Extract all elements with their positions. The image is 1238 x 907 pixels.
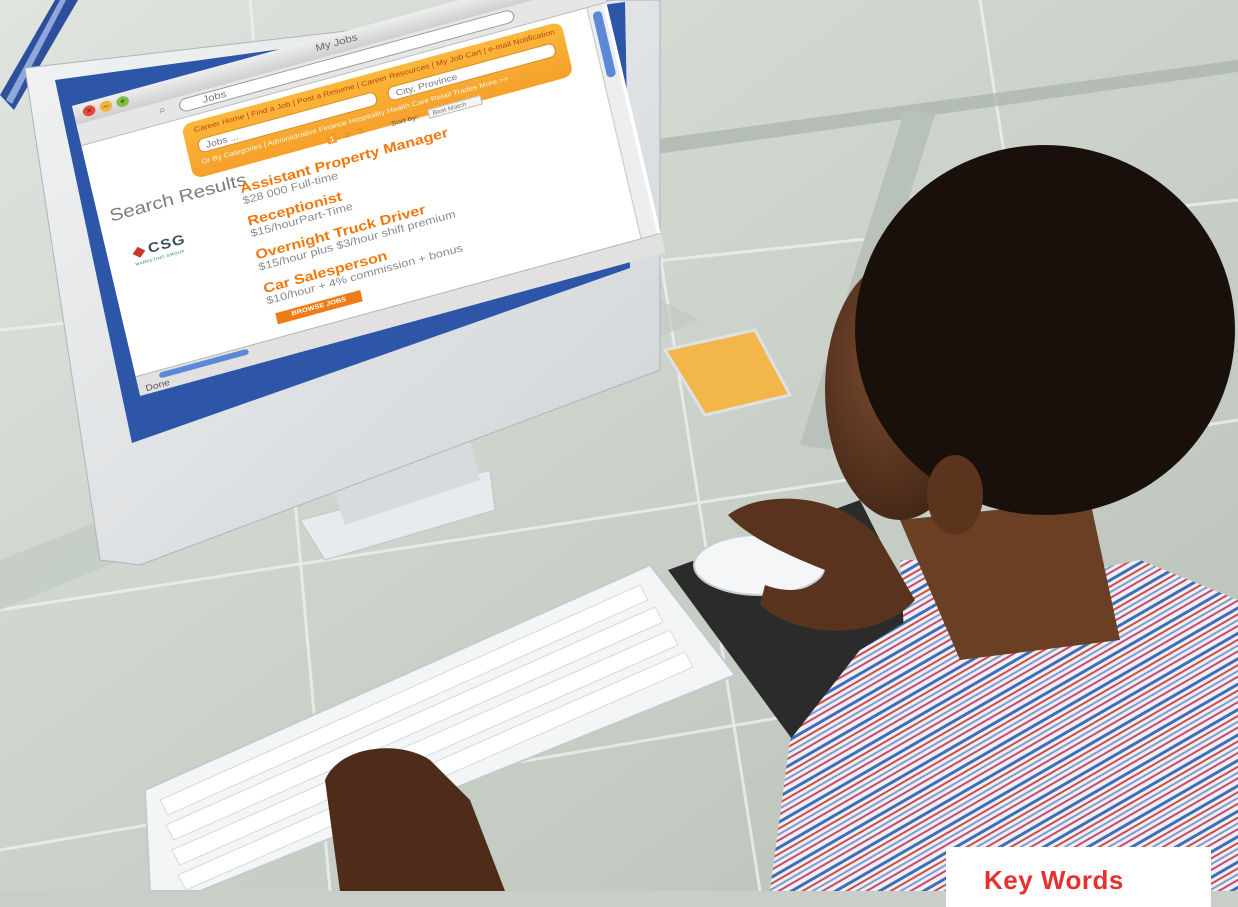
page-3-link[interactable]: 3 bbox=[357, 126, 364, 136]
search-results-heading: Search Results bbox=[107, 169, 249, 226]
logo-mark-icon: ◆ bbox=[130, 241, 148, 261]
search-icon: ⌕ bbox=[157, 103, 168, 117]
page-1-link[interactable]: 1 bbox=[326, 133, 338, 145]
page-2-link[interactable]: 2 bbox=[344, 130, 351, 140]
key-words-label: Key Words bbox=[984, 865, 1124, 895]
ear bbox=[927, 455, 983, 535]
key-words-callout: Key Words bbox=[946, 847, 1211, 907]
head bbox=[855, 145, 1235, 515]
